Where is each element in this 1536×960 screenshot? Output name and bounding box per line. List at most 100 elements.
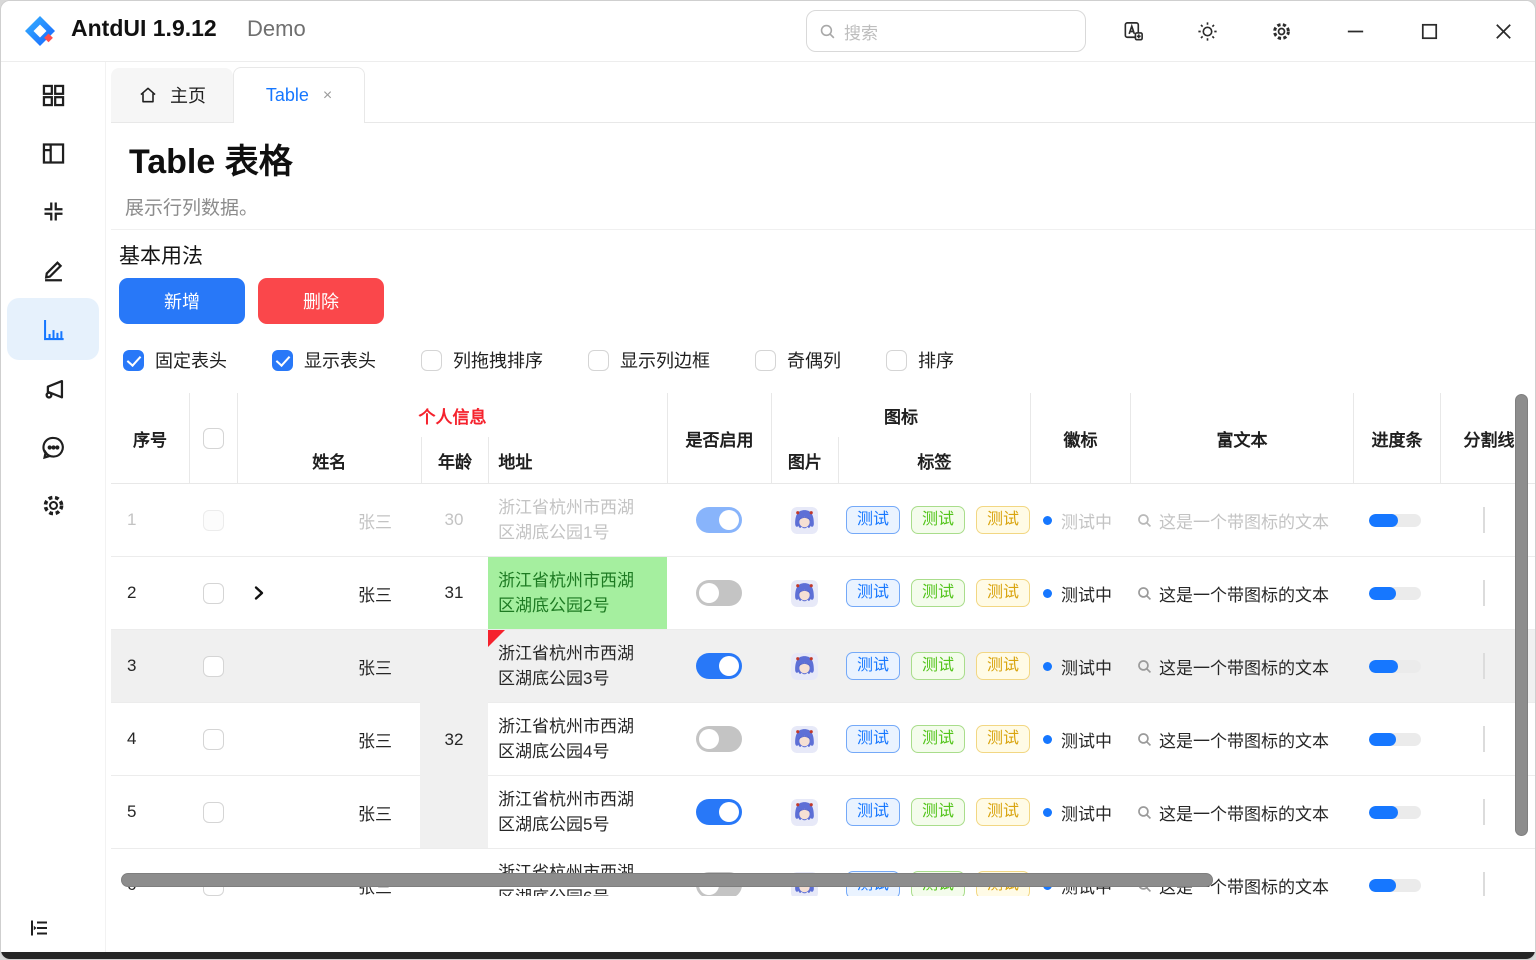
col-header-age: 年龄 [421, 437, 489, 483]
main-area: 主页 Table × Table 表格 展示行列数据。 基本用法 新增 删除 固… [106, 62, 1535, 959]
enabled-switch-off[interactable] [696, 580, 742, 606]
divider-line [1483, 799, 1485, 825]
search-placeholder: 搜索 [844, 19, 878, 44]
checkbox-unchecked[interactable] [588, 350, 609, 371]
search-input[interactable]: 搜索 [806, 10, 1086, 52]
row-checkbox[interactable] [203, 802, 224, 823]
horizontal-scrollbar[interactable] [121, 873, 1213, 887]
sidebar-item-table-demo[interactable] [7, 298, 99, 360]
marked-address-cell: 浙江省杭州市西湖区湖底公园3号 [488, 630, 667, 703]
delete-button[interactable]: 删除 [258, 278, 384, 324]
checkbox-checked[interactable] [123, 350, 144, 371]
group-header-personal: 个人信息 [238, 393, 667, 437]
search-icon [1136, 658, 1153, 675]
app-title: AntdUI 1.9.12 [71, 15, 217, 42]
sidebar-item-appstore[interactable] [7, 66, 99, 124]
maximize-icon[interactable] [1417, 19, 1441, 43]
tab-bar: 主页 Table × [111, 67, 1535, 123]
merged-age-cell: 32 [420, 703, 488, 776]
sidebar-item-megaphone[interactable] [7, 360, 99, 418]
checkbox-unchecked[interactable] [886, 350, 907, 371]
table-row[interactable]: 1 张三 30 浙江省杭州市西湖区湖底公园1号 测试 测试 测试 测试中 这是一… [111, 484, 1536, 557]
tag: 测试 [846, 652, 900, 680]
home-icon [138, 85, 158, 105]
enabled-switch-on[interactable] [696, 507, 742, 533]
table-row[interactable]: 3 张三 浙江省杭州市西湖区湖底公园3号 测试 测试 测试 测试中 这是一个带图… [111, 630, 1536, 703]
row-checkbox[interactable] [203, 729, 224, 750]
sidebar-item-edit[interactable] [7, 240, 99, 298]
gear-icon[interactable] [1269, 19, 1293, 43]
col-header-tags: 标签 [838, 437, 1030, 483]
col-header-checkbox [189, 393, 237, 483]
close-icon[interactable] [1491, 19, 1515, 43]
divider [111, 229, 1535, 230]
progress-bar [1369, 806, 1421, 819]
tab-close-icon[interactable]: × [323, 87, 332, 105]
add-button[interactable]: 新增 [119, 278, 245, 324]
col-header-image: 图片 [772, 437, 838, 483]
col-header-index: 序号 [111, 393, 189, 483]
search-icon [1136, 585, 1153, 602]
tag: 测试 [911, 579, 965, 607]
option-fixed-header[interactable]: 固定表头 [123, 347, 227, 373]
table-row[interactable]: 2 张三 31 浙江省杭州市西湖区湖底公园2号 测试 测试 测试 测试中 这是一… [111, 557, 1536, 630]
option-sort[interactable]: 排序 [886, 347, 954, 373]
expand-icon[interactable] [251, 585, 267, 601]
col-header-address: 地址 [488, 437, 667, 483]
header-checkbox[interactable] [203, 428, 224, 449]
minimize-icon[interactable] [1343, 19, 1367, 43]
tab-home-label: 主页 [170, 82, 206, 108]
avatar [791, 507, 818, 534]
option-show-header[interactable]: 显示表头 [272, 347, 376, 373]
edit-icon [40, 256, 67, 283]
message-icon [40, 434, 67, 461]
row-checkbox[interactable] [203, 583, 224, 604]
antdui-logo-icon [23, 14, 57, 48]
row-checkbox[interactable] [203, 510, 224, 531]
option-column-border[interactable]: 显示列边框 [588, 347, 710, 373]
enabled-switch-off[interactable] [696, 726, 742, 752]
enabled-switch-on[interactable] [696, 799, 742, 825]
progress-bar [1369, 587, 1421, 600]
table-header: 序号 个人信息 姓名 年龄 地址 是否启用 图标 图片 [111, 393, 1536, 483]
tag: 测试 [846, 798, 900, 826]
enabled-switch-on[interactable] [696, 653, 742, 679]
row-checkbox[interactable] [203, 656, 224, 677]
menu-unfold-icon[interactable] [27, 916, 51, 940]
checkbox-checked[interactable] [272, 350, 293, 371]
divider-line [1483, 580, 1485, 606]
sidebar-item-shrink[interactable] [7, 182, 99, 240]
sun-icon[interactable] [1195, 19, 1219, 43]
bar-chart-icon [40, 316, 67, 343]
progress-bar [1369, 514, 1421, 527]
app-subtitle: Demo [247, 16, 306, 42]
table-options: 固定表头 显示表头 列拖拽排序 显示列边框 奇偶列 排序 [123, 347, 954, 373]
translate-icon[interactable] [1121, 19, 1145, 43]
col-header-rich: 富文本 [1130, 393, 1353, 483]
avatar [791, 653, 818, 680]
progress-bar [1369, 733, 1421, 746]
vertical-scrollbar[interactable] [1515, 394, 1528, 836]
shrink-icon [40, 198, 67, 225]
progress-bar [1369, 660, 1421, 673]
page-title: Table 表格 [129, 134, 293, 183]
option-zebra[interactable]: 奇偶列 [755, 347, 841, 373]
sidebar-item-settings[interactable] [7, 476, 99, 534]
table-row[interactable]: 4 张三 32 浙江省杭州市西湖区湖底公园4号 测试 测试 测试 测试中 这是一… [111, 703, 1536, 776]
option-drag-sort[interactable]: 列拖拽排序 [421, 347, 543, 373]
tag: 测试 [976, 725, 1030, 753]
checkbox-unchecked[interactable] [755, 350, 776, 371]
tab-table[interactable]: Table × [233, 67, 365, 123]
sidebar-item-layout[interactable] [7, 124, 99, 182]
progress-bar [1369, 879, 1421, 892]
window-bottom-edge [1, 952, 1535, 959]
checkbox-unchecked[interactable] [421, 350, 442, 371]
tab-home[interactable]: 主页 [111, 68, 233, 122]
table-row[interactable]: 5 张三 浙江省杭州市西湖区湖底公园5号 测试 测试 测试 测试中 这是一个带图… [111, 776, 1536, 849]
col-group-personal: 个人信息 姓名 年龄 地址 [237, 393, 667, 483]
settings-icon [40, 492, 67, 519]
sidebar-item-message[interactable] [7, 418, 99, 476]
page-subtitle: 展示行列数据。 [125, 193, 258, 220]
avatar [791, 580, 818, 607]
search-icon [1136, 804, 1153, 821]
